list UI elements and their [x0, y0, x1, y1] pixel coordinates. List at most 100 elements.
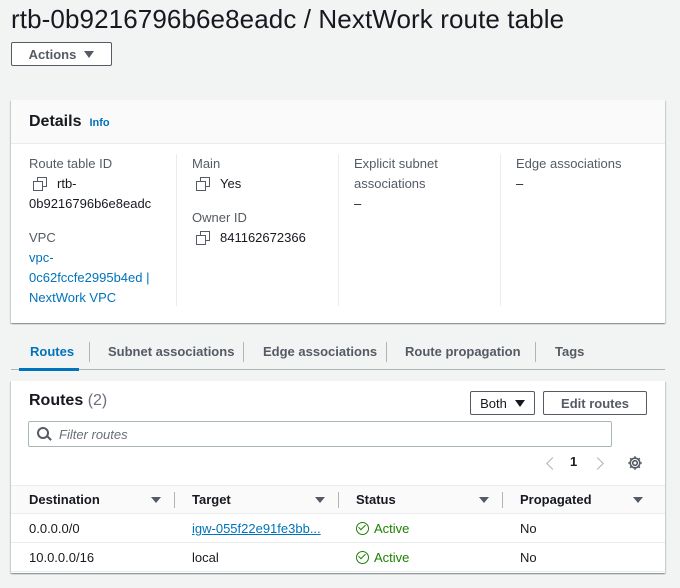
routes-title: Routes [29, 392, 84, 409]
tab-label: Tags [555, 344, 585, 359]
status-text: Active [374, 520, 410, 536]
cell-destination: 0.0.0.0/0 [11, 513, 174, 543]
vpc-label: VPC [29, 230, 56, 245]
route-filter-value: Both [480, 395, 507, 411]
details-panel: Details Info Route table ID rtb- 0b92167… [11, 100, 665, 323]
column-header-label: Status [356, 492, 396, 507]
explicit-label-line2: associations [354, 176, 426, 191]
owner-id-label: Owner ID [192, 210, 247, 225]
sort-caret-icon[interactable] [315, 497, 325, 503]
explicit-label-line1: Explicit subnet [354, 156, 438, 171]
tab-separator [535, 342, 536, 362]
route-table-id-row: rtb- [33, 174, 179, 194]
column-separator [502, 492, 503, 508]
column-separator [174, 492, 175, 508]
main-label: Main [192, 156, 221, 171]
details-col-main: Main Yes Owner ID 841162672366 [192, 154, 342, 248]
details-header: Details Info [11, 100, 665, 144]
search-input[interactable] [59, 426, 579, 442]
tab-separator [243, 342, 244, 362]
route-table-id-label: Route table ID [29, 156, 113, 171]
vpc-link-line3[interactable]: NextWork VPC [29, 288, 179, 308]
tab-tags[interactable]: Tags [555, 344, 584, 359]
tab-label: Route propagation [405, 344, 521, 359]
route-table-id-line2: 0b9216796b6e8eadc [29, 196, 152, 211]
copy-icon[interactable] [196, 177, 210, 191]
column-divider [338, 154, 339, 306]
tab-label: Routes [30, 344, 75, 359]
page-number[interactable]: 1 [570, 454, 577, 469]
tab-separator [386, 342, 387, 362]
edge-associations-value: – [516, 176, 524, 191]
table-header-row: Destination Target Status Propagated [11, 485, 665, 514]
owner-id-row: 841162672366 [196, 228, 342, 248]
column-header-label: Destination [29, 492, 100, 507]
tab-edge-associations[interactable]: Edge associations [263, 344, 377, 359]
tab-label: Edge associations [263, 344, 378, 359]
dropdown-caret-icon [84, 50, 95, 58]
details-col-explicit: Explicit subnet associations – [354, 154, 504, 214]
page-title: rtb-0b9216796b6e8eadc / NextWork route t… [11, 4, 565, 34]
vpc-link-line1[interactable]: vpc- [29, 248, 179, 268]
main-value: Yes [220, 176, 242, 191]
column-header-destination[interactable]: Destination [11, 485, 174, 514]
status-text: Active [374, 549, 410, 565]
active-tab-indicator [19, 368, 79, 371]
edit-routes-button[interactable]: Edit routes [543, 391, 647, 415]
route-filter-select[interactable]: Both [470, 391, 535, 415]
status-success-icon [356, 550, 369, 564]
edit-routes-label: Edit routes [561, 395, 629, 411]
tab-routes[interactable]: Routes [30, 344, 74, 359]
tab-bar: Routes Subnet associations Edge associat… [11, 338, 665, 371]
search-icon [37, 427, 51, 441]
tab-route-propagation[interactable]: Route propagation [405, 344, 521, 359]
tab-subnet-associations[interactable]: Subnet associations [108, 344, 234, 359]
tab-label: Subnet associations [108, 344, 235, 359]
column-header-propagated[interactable]: Propagated [502, 485, 665, 514]
routes-count: (2) [87, 392, 108, 409]
table-row: 0.0.0.0/0 igw-055f22e91fe3bb... Active N… [11, 513, 665, 543]
sort-caret-icon[interactable] [479, 497, 489, 503]
cell-target: local [174, 542, 338, 572]
sort-caret-icon[interactable] [633, 497, 643, 503]
target-link[interactable]: igw-055f22e91fe3bb... [192, 521, 321, 536]
column-header-target[interactable]: Target [174, 485, 338, 514]
column-separator [338, 492, 339, 508]
cell-propagated: No [502, 513, 665, 543]
dropdown-caret-icon [514, 399, 525, 407]
cell-propagated: No [502, 542, 665, 572]
column-header-status[interactable]: Status [338, 485, 502, 514]
routes-heading: Routes (2) [29, 392, 107, 410]
cell-status: Active [338, 513, 502, 543]
column-divider [500, 154, 501, 306]
cell-destination: 10.0.0.0/16 [11, 542, 174, 572]
cell-status: Active [338, 542, 502, 572]
actions-button[interactable]: Actions [11, 42, 112, 66]
tab-separator [89, 342, 90, 362]
filter-routes-search[interactable] [28, 421, 612, 447]
details-col-edge: Edge associations – [516, 154, 656, 194]
column-divider [176, 154, 177, 306]
status-indicator: Active [356, 550, 502, 565]
details-body: Route table ID rtb- 0b9216796b6e8eadc VP… [11, 144, 665, 323]
details-col-route-table: Route table ID rtb- 0b9216796b6e8eadc VP… [29, 154, 179, 308]
route-table-id-line1: rtb- [57, 176, 77, 191]
column-header-label: Propagated [520, 492, 592, 507]
explicit-value: – [354, 196, 362, 211]
settings-gear-icon[interactable] [627, 455, 643, 471]
info-link[interactable]: Info [89, 117, 109, 129]
cell-target: igw-055f22e91fe3bb... [174, 513, 338, 543]
table-row: 10.0.0.0/16 local Active No [11, 542, 665, 572]
column-header-label: Target [192, 492, 231, 507]
copy-icon[interactable] [196, 231, 210, 245]
owner-id-value: 841162672366 [220, 230, 306, 245]
details-heading: Details [29, 112, 82, 130]
routes-table: Destination Target Status Propagated 0.0… [11, 485, 665, 572]
status-success-icon [356, 521, 369, 535]
main-row: Yes [196, 174, 342, 194]
vpc-link-line2[interactable]: 0c62fccfe2995b4ed | [29, 268, 179, 288]
edge-associations-label: Edge associations [516, 156, 622, 171]
status-indicator: Active [356, 521, 502, 536]
copy-icon[interactable] [33, 177, 47, 191]
sort-caret-icon[interactable] [151, 497, 161, 503]
